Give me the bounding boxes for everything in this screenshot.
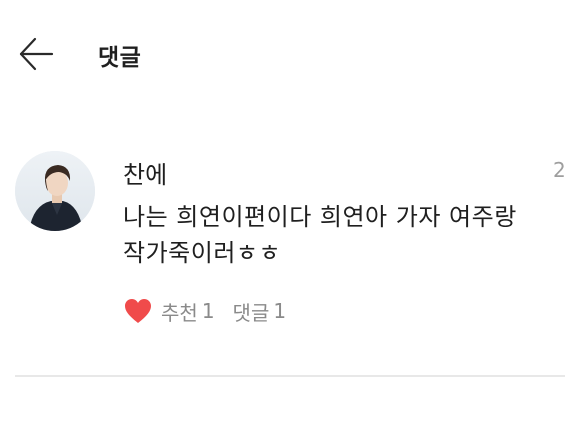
- reply-label: 댓글: [232, 300, 270, 325]
- arrow-left-icon: [19, 37, 54, 71]
- comment-timestamp: 2: [553, 158, 565, 182]
- like-label[interactable]: 추천: [161, 297, 198, 326]
- divider: [15, 375, 565, 377]
- back-button[interactable]: [14, 32, 58, 76]
- heart-icon: [125, 299, 151, 323]
- comment-actions: 추천 1 댓글 1: [123, 296, 286, 326]
- comment-page: 댓글 찬에 2 나는 희연이편이다 희연아 가자 여주랑 작가죽이러ㅎㅎ 추천 …: [0, 0, 565, 423]
- comment-text: 나는 희연이편이다 희연아 가자 여주랑 작가죽이러ㅎㅎ: [123, 203, 517, 267]
- like-button[interactable]: [123, 297, 153, 325]
- user-avatar[interactable]: [15, 151, 95, 231]
- reply-button[interactable]: 댓글 1: [233, 297, 287, 326]
- comment-item: 찬에 2 나는 희연이편이다 희연아 가자 여주랑 작가죽이러ㅎㅎ 추천 1 댓…: [0, 140, 565, 376]
- like-count: 1: [201, 299, 215, 323]
- header: 댓글: [0, 0, 565, 105]
- avatar-image: [15, 151, 95, 231]
- comment-author[interactable]: 찬에: [123, 155, 167, 190]
- page-title: 댓글: [98, 45, 142, 71]
- reply-count: 1: [273, 299, 287, 323]
